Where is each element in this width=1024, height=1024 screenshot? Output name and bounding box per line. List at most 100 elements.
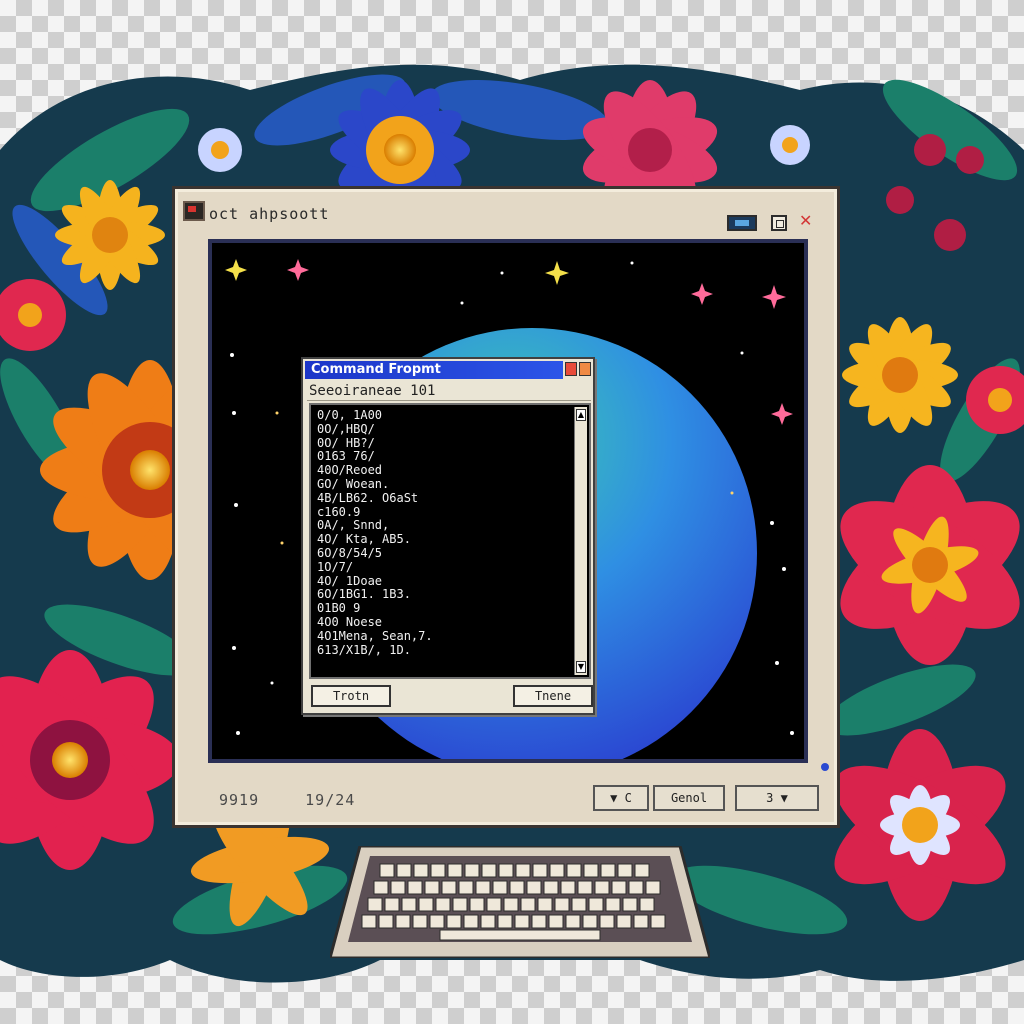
indicator-dot <box>821 763 829 771</box>
monitor-window: oct ahpsoott ✕ Command Fropmt Seeoiranea… <box>172 186 840 828</box>
key <box>447 863 463 878</box>
cmd-minimize-button[interactable] <box>565 362 577 376</box>
key <box>430 863 446 878</box>
key <box>480 914 496 929</box>
star-icon <box>225 259 247 281</box>
key <box>543 880 559 895</box>
console-line: 40O/Reoed <box>317 463 383 478</box>
key <box>639 897 655 912</box>
footer-status-code: 9919 <box>219 791 260 809</box>
key <box>492 880 508 895</box>
console-line: 0163 76/ <box>317 449 375 464</box>
close-icon[interactable]: ✕ <box>799 211 812 230</box>
key <box>628 880 644 895</box>
star-icon <box>545 261 569 285</box>
key <box>577 880 593 895</box>
key <box>571 897 587 912</box>
key <box>599 914 615 929</box>
console-line: 1O/7/ <box>317 559 354 574</box>
key <box>554 897 570 912</box>
key <box>526 880 542 895</box>
key <box>475 880 491 895</box>
console-scrollbar[interactable]: ▲ ▼ <box>574 407 587 675</box>
key <box>373 880 389 895</box>
star-icon <box>691 283 713 305</box>
key <box>633 914 649 929</box>
key <box>390 880 406 895</box>
console-line: 0/0, 1A00 <box>317 408 383 422</box>
key <box>361 914 377 929</box>
key <box>464 863 480 878</box>
console-line: 4O1Mena, Sean,7. <box>317 628 433 643</box>
key <box>582 914 598 929</box>
console-line: 6O/8/54/5 <box>317 545 383 560</box>
footer-status-date: 19/24 <box>305 791 356 809</box>
key <box>515 863 531 878</box>
key <box>418 897 434 912</box>
footer-status: 9919 19/24 <box>219 791 391 809</box>
key <box>378 914 394 929</box>
key <box>514 914 530 929</box>
key <box>622 897 638 912</box>
key <box>600 863 616 878</box>
key <box>617 863 633 878</box>
console-line: 0O/,HBQ/ <box>317 421 375 436</box>
minimize-button[interactable] <box>727 215 757 231</box>
key <box>441 880 457 895</box>
key <box>548 914 564 929</box>
key <box>588 897 604 912</box>
maximize-button[interactable] <box>771 215 787 231</box>
footer-options-button[interactable]: 3 ▼ <box>735 785 819 811</box>
console-line: 0A/, Snnd, <box>317 518 390 533</box>
console-output[interactable]: 0/0, 1A00 0O/,HBQ/ 0O/ HB?/ 0163 76/ 40O… <box>309 403 591 679</box>
key <box>407 880 423 895</box>
key <box>560 880 576 895</box>
key <box>520 897 536 912</box>
key <box>452 897 468 912</box>
cmd-left-button[interactable]: Trotn <box>311 685 391 707</box>
scroll-down-icon[interactable]: ▼ <box>576 661 586 673</box>
key <box>594 880 610 895</box>
keyboard <box>330 846 710 958</box>
console-lines: 0/0, 1A00 0O/,HBQ/ 0O/ HB?/ 0163 76/ 40O… <box>317 408 433 657</box>
key <box>565 914 581 929</box>
console-line: 0O/ HB?/ <box>317 435 375 450</box>
key <box>616 914 632 929</box>
cmd-right-button[interactable]: Tnene <box>513 685 593 707</box>
key <box>379 863 395 878</box>
app-icon <box>183 201 205 221</box>
footer-nav-button[interactable]: ▼ C <box>593 785 649 811</box>
console-line: 4O/ Kta, AB5. <box>317 532 411 547</box>
key <box>446 914 462 929</box>
key <box>532 863 548 878</box>
console-line: 4O/ 1Doae <box>317 573 383 588</box>
key <box>537 897 553 912</box>
star-icon <box>771 403 793 425</box>
key <box>396 863 412 878</box>
key <box>498 863 514 878</box>
cmd-close-button[interactable] <box>579 362 591 376</box>
key <box>458 880 474 895</box>
console-line: GO/ Woean. <box>317 476 390 491</box>
key <box>384 897 400 912</box>
key <box>435 897 451 912</box>
console-line: 6O/1BG1. 1B3. <box>317 587 411 602</box>
key <box>413 863 429 878</box>
screen: Command Fropmt Seeoiraneae 101 0/0, 1A00… <box>208 239 808 763</box>
key <box>549 863 565 878</box>
scroll-up-icon[interactable]: ▲ <box>576 409 586 421</box>
key <box>481 863 497 878</box>
key <box>531 914 547 929</box>
key <box>566 863 582 878</box>
key <box>605 897 621 912</box>
key <box>583 863 599 878</box>
footer-general-button[interactable]: Genol <box>653 785 725 811</box>
star-icon <box>762 285 786 309</box>
key <box>509 880 525 895</box>
window-title: oct ahpsoott <box>209 205 330 223</box>
console-line: 613/X1B/, 1D. <box>317 642 411 657</box>
key <box>611 880 627 895</box>
key <box>634 863 650 878</box>
console-line: 4B/LB62. O6aSt <box>317 490 419 505</box>
command-prompt-title[interactable]: Command Fropmt <box>305 361 563 379</box>
